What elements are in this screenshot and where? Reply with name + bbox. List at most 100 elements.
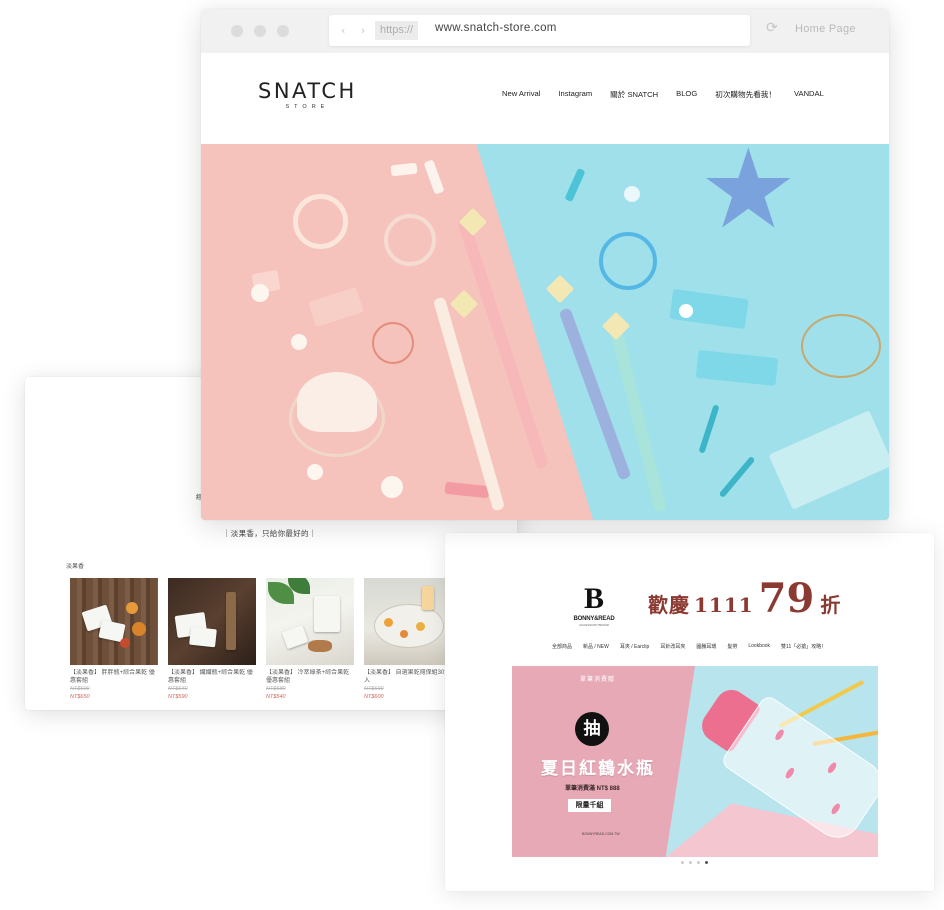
pearl [251,284,269,302]
glitter-case [768,410,889,510]
gold-bracelet [801,314,881,378]
menu-about[interactable]: 關於 SNATCH [610,89,658,100]
orange-slice [416,622,425,631]
table [374,604,444,648]
product-old-price: NT$640 [168,686,188,692]
product-card[interactable]: 【淡果香】 纖纖瓶+綜合果乾 優惠套組 NT$640 NT$590 [168,578,256,700]
hoop-earring [293,194,348,249]
jug [422,586,434,610]
slide-dot[interactable] [689,861,692,864]
acrylic-charm [695,349,779,387]
product-name[interactable]: 【淡果香】 纖纖瓶+綜合果乾 優惠套組 [168,669,256,685]
slide-dot[interactable] [697,861,700,864]
menu-new-arrival[interactable]: New Arrival [502,89,540,100]
flamingo-print [829,802,842,816]
blue-bead [624,186,640,202]
url-protocol: https:// [375,21,419,40]
menu-first-purchase[interactable]: 初次購物先看我！ [715,89,776,100]
product-image[interactable] [266,578,354,665]
home-page-button[interactable]: Home Page [795,23,856,35]
product-price: NT$650 [70,694,90,700]
product-card[interactable]: 【淡果香】 自選果乾隨保組30包入 NT$690 NT$600 [364,578,452,700]
logo-letter: B [583,582,604,615]
blue-bead [679,304,693,318]
product-name[interactable]: 【淡果香】 自選果乾隨保組30包入 [364,669,452,685]
orange-slice [384,618,393,627]
product-card[interactable]: 【淡果香】 冷萃綠茶+綜合果乾 優惠套組 NT$580 NT$540 [266,578,354,700]
flamingo-print [826,761,838,775]
snatch-browser-window: ‹ › https:// www.snatch-store.com ⟳ Home… [201,9,889,520]
menu-vandal[interactable]: VANDAL [794,89,824,100]
orange-slice [400,630,408,638]
hoop-earring [384,214,436,266]
hero-banner[interactable]: ★ [201,144,889,520]
promo-prefix: 歡慶 [648,593,690,617]
circle-earring [372,322,414,364]
tea-packet [189,626,217,648]
product-image[interactable] [364,578,452,665]
address-bar[interactable]: ‹ › https:// www.snatch-store.com [329,15,750,46]
menu-instagram[interactable]: Instagram [558,89,592,100]
nav-item-double11[interactable]: 雙11「必搶」攻略！ [781,643,826,650]
window-minimize-dot[interactable] [254,25,266,37]
flamingo-print [773,728,786,742]
blue-hoop [599,232,657,290]
pearl [291,334,307,350]
snatch-logo[interactable]: SNATCH STORE [258,79,357,110]
pearl [381,476,403,498]
browser-chrome: ‹ › https:// www.snatch-store.com ⟳ Home… [201,9,889,53]
nav-item-lookbook[interactable]: Lookbook [748,643,770,650]
nav-item-convert[interactable]: 耳針改耳夾 [660,643,685,650]
bonny-read-window: B BONNY&READ ACCESSORY BRAND 歡慶 1111 79 … [445,533,934,891]
site-header: SNATCH STORE New Arrival Instagram 關於 SN… [201,53,889,144]
product-price: NT$590 [168,694,188,700]
pearl [307,464,323,480]
logo-sub-text: STORE [285,104,330,110]
slide-indicators [681,861,708,864]
banner-title: 夏日紅鶴水瓶 [541,759,655,779]
nav-item-earclip[interactable]: 耳夾 / Earclip [620,643,649,650]
pen-gem [601,311,631,341]
product-image[interactable] [168,578,256,665]
draw-badge: 抽 [575,712,609,746]
product-old-price: NT$690 [70,686,90,692]
bonny-read-logo[interactable]: B BONNY&READ ACCESSORY BRAND [570,582,618,628]
section-label: 淡果香 [66,564,85,570]
promo-nums: 1111 [694,593,754,617]
blue-crystal [564,167,586,203]
banner-footer: BONNYREAD.COM.TW [582,832,620,836]
limited-badge: 限量千組 [568,799,611,812]
br-nav-menu: 全部商品 新品 / NEW 耳夾 / Earclip 耳針改耳夾 圖騰耳環 髮帶… [552,643,826,650]
pen-gem [545,274,575,304]
blue-crystal [718,455,756,499]
window-close-dot[interactable] [231,25,243,37]
nav-item-new[interactable]: 新品 / NEW [583,643,609,650]
slide-dot[interactable] [681,861,684,864]
product-card[interactable]: 【淡果香】 胖胖瓶+綜合果乾 優惠套組 NT$690 NT$650 [70,578,158,700]
nav-item-totem[interactable]: 圖騰耳環 [696,643,716,650]
product-old-price: NT$690 [364,686,384,692]
product-price: NT$600 [364,694,384,700]
bottle [226,592,236,650]
slide-dot-active[interactable] [705,861,708,864]
blue-crystal [698,404,720,454]
logo-sub: ACCESSORY BRAND [578,623,610,627]
product-name[interactable]: 【淡果香】 冷萃綠茶+綜合果乾 優惠套組 [266,669,354,685]
product-image[interactable] [70,578,158,665]
nav-item-all[interactable]: 全部商品 [552,643,572,650]
url-text[interactable]: www.snatch-store.com [435,22,557,34]
product-price: NT$540 [266,694,286,700]
tea-leaves [308,640,332,652]
dried-fruit [132,622,146,636]
promo-discount: 79 [758,575,815,622]
nav-item-hairband[interactable]: 髮帶 [727,643,737,650]
window-maximize-dot[interactable] [277,25,289,37]
dried-fruit [120,638,130,648]
menu-blog[interactable]: BLOG [676,89,697,100]
promo-banner[interactable]: 單筆消費贈 抽 夏日紅鶴水瓶 單筆消費滿 NT$ 888 限量千組 BONNYR… [512,666,878,857]
tea-tagline: ｜淡果香，只給你最好的｜ [223,529,317,538]
reload-icon[interactable]: ⟳ [766,20,778,36]
product-name[interactable]: 【淡果香】 胖胖瓶+綜合果乾 優惠套組 [70,669,158,685]
dried-fruit [126,602,138,614]
nav-arrows-icon[interactable]: ‹ › [341,24,371,37]
